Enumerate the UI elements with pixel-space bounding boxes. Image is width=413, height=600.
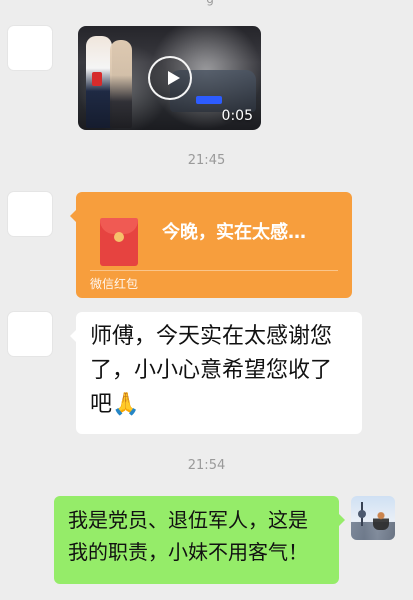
video-license-plate — [196, 96, 222, 104]
red-envelope-icon — [100, 218, 138, 266]
video-message[interactable]: 0:05 — [78, 26, 261, 130]
avatar-tower — [358, 502, 366, 526]
play-icon[interactable] — [148, 56, 192, 100]
red-packet-title: 今晚，实在太感… — [162, 222, 306, 243]
timestamp-2: 21:54 — [187, 458, 226, 473]
video-duration: 0:05 — [221, 108, 253, 124]
incoming-message-text: 师傅，今天实在太感谢您了，小小心意希望您收了吧🙏 — [90, 324, 333, 417]
outgoing-message-text: 我是党员、退伍军人，这是我的职责，小妹不用客气！ — [68, 508, 308, 564]
avatar-right[interactable] — [351, 496, 395, 540]
avatar-left-message[interactable] — [8, 312, 52, 356]
incoming-message-bubble[interactable]: 师傅，今天实在太感谢您了，小小心意希望您收了吧🙏 — [70, 312, 362, 434]
red-packet-divider — [90, 270, 338, 271]
video-person-2 — [110, 40, 132, 128]
avatar-figure — [373, 512, 389, 530]
avatar-left-video[interactable] — [8, 26, 52, 70]
red-envelope-coin — [114, 232, 124, 242]
video-red-mark — [92, 72, 102, 86]
red-packet-label: 微信红包 — [90, 277, 139, 291]
timestamp-1: 21:45 — [187, 153, 226, 168]
avatar-left-redpacket[interactable] — [8, 192, 52, 236]
top-cutoff-text: g — [140, 0, 280, 5]
outgoing-message-bubble[interactable]: 我是党员、退伍军人，这是我的职责，小妹不用客气！ — [54, 496, 345, 584]
red-packet-message[interactable]: 今晚，实在太感… 微信红包 — [70, 192, 352, 298]
